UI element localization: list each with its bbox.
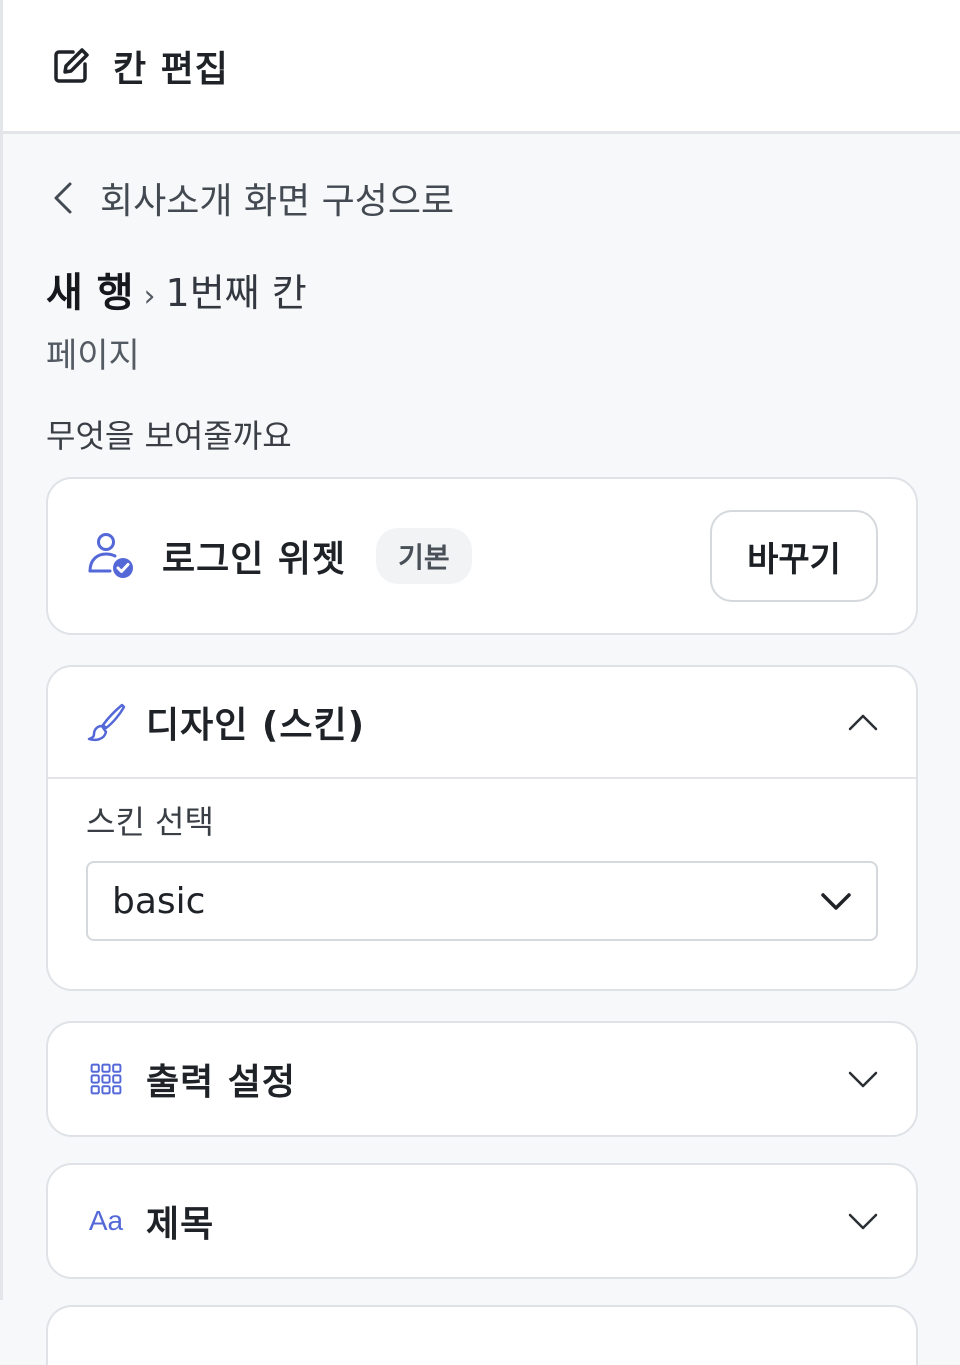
widget-name: 로그인 위젯 — [162, 539, 347, 580]
breadcrumb-cell: 1번째 칸 — [165, 271, 307, 315]
chevron-down-icon — [821, 893, 851, 910]
skin-select-value: basic — [112, 880, 206, 922]
grid-icon — [90, 1063, 122, 1095]
text-size-icon: Aa — [88, 1205, 124, 1236]
brush-icon — [87, 703, 126, 742]
breadcrumb-row: 새 행 — [46, 270, 134, 316]
edit-cell-panel: 칸 편집 회사소개 화면 구성으로 새 행 › 1번째 칸 페이지 무엇을 보여… — [0, 0, 960, 1365]
output-section-header[interactable]: 출력 설정 — [48, 1023, 916, 1135]
title-section-label: 제목 — [146, 1204, 215, 1245]
breadcrumb-separator: › — [143, 279, 156, 314]
chevron-down-icon — [848, 1213, 878, 1230]
page-label: 페이지 — [46, 336, 140, 376]
breadcrumb: 새 행 › 1번째 칸 — [46, 260, 917, 318]
panel-title: 칸 편집 — [113, 48, 229, 90]
user-check-icon — [88, 533, 133, 578]
design-section: 디자인 (스킨) 스킨 선택 basic — [46, 665, 918, 991]
edit-icon — [54, 47, 89, 83]
title-section: Aa 제목 — [46, 1163, 918, 1279]
output-section: 출력 설정 — [46, 1021, 918, 1137]
design-section-body: 스킨 선택 basic — [48, 779, 916, 989]
skin-select-label: 스킨 선택 — [86, 803, 214, 841]
back-link-label: 회사소개 화면 구성으로 — [100, 181, 455, 222]
change-widget-button[interactable]: 바꾸기 — [710, 510, 878, 602]
output-section-label: 출력 설정 — [146, 1062, 297, 1103]
design-section-label: 디자인 (스킨) — [146, 705, 366, 746]
back-link[interactable]: 회사소개 화면 구성으로 — [46, 176, 917, 222]
skin-select[interactable]: basic — [86, 861, 878, 941]
next-section-partial — [46, 1305, 918, 1365]
widget-card: 로그인 위젯 기본 바꾸기 — [46, 477, 918, 635]
chevron-left-icon — [54, 182, 72, 214]
what-to-show-label: 무엇을 보여줄까요 — [46, 417, 292, 455]
chevron-up-icon — [848, 714, 878, 731]
design-section-header[interactable]: 디자인 (스킨) — [48, 667, 916, 779]
title-section-header[interactable]: Aa 제목 — [48, 1165, 916, 1277]
chevron-down-icon — [848, 1071, 878, 1088]
panel-header: 칸 편집 — [3, 0, 960, 134]
default-badge: 기본 — [376, 528, 472, 584]
panel-content: 회사소개 화면 구성으로 새 행 › 1번째 칸 페이지 무엇을 보여줄까요 로… — [3, 134, 960, 1365]
